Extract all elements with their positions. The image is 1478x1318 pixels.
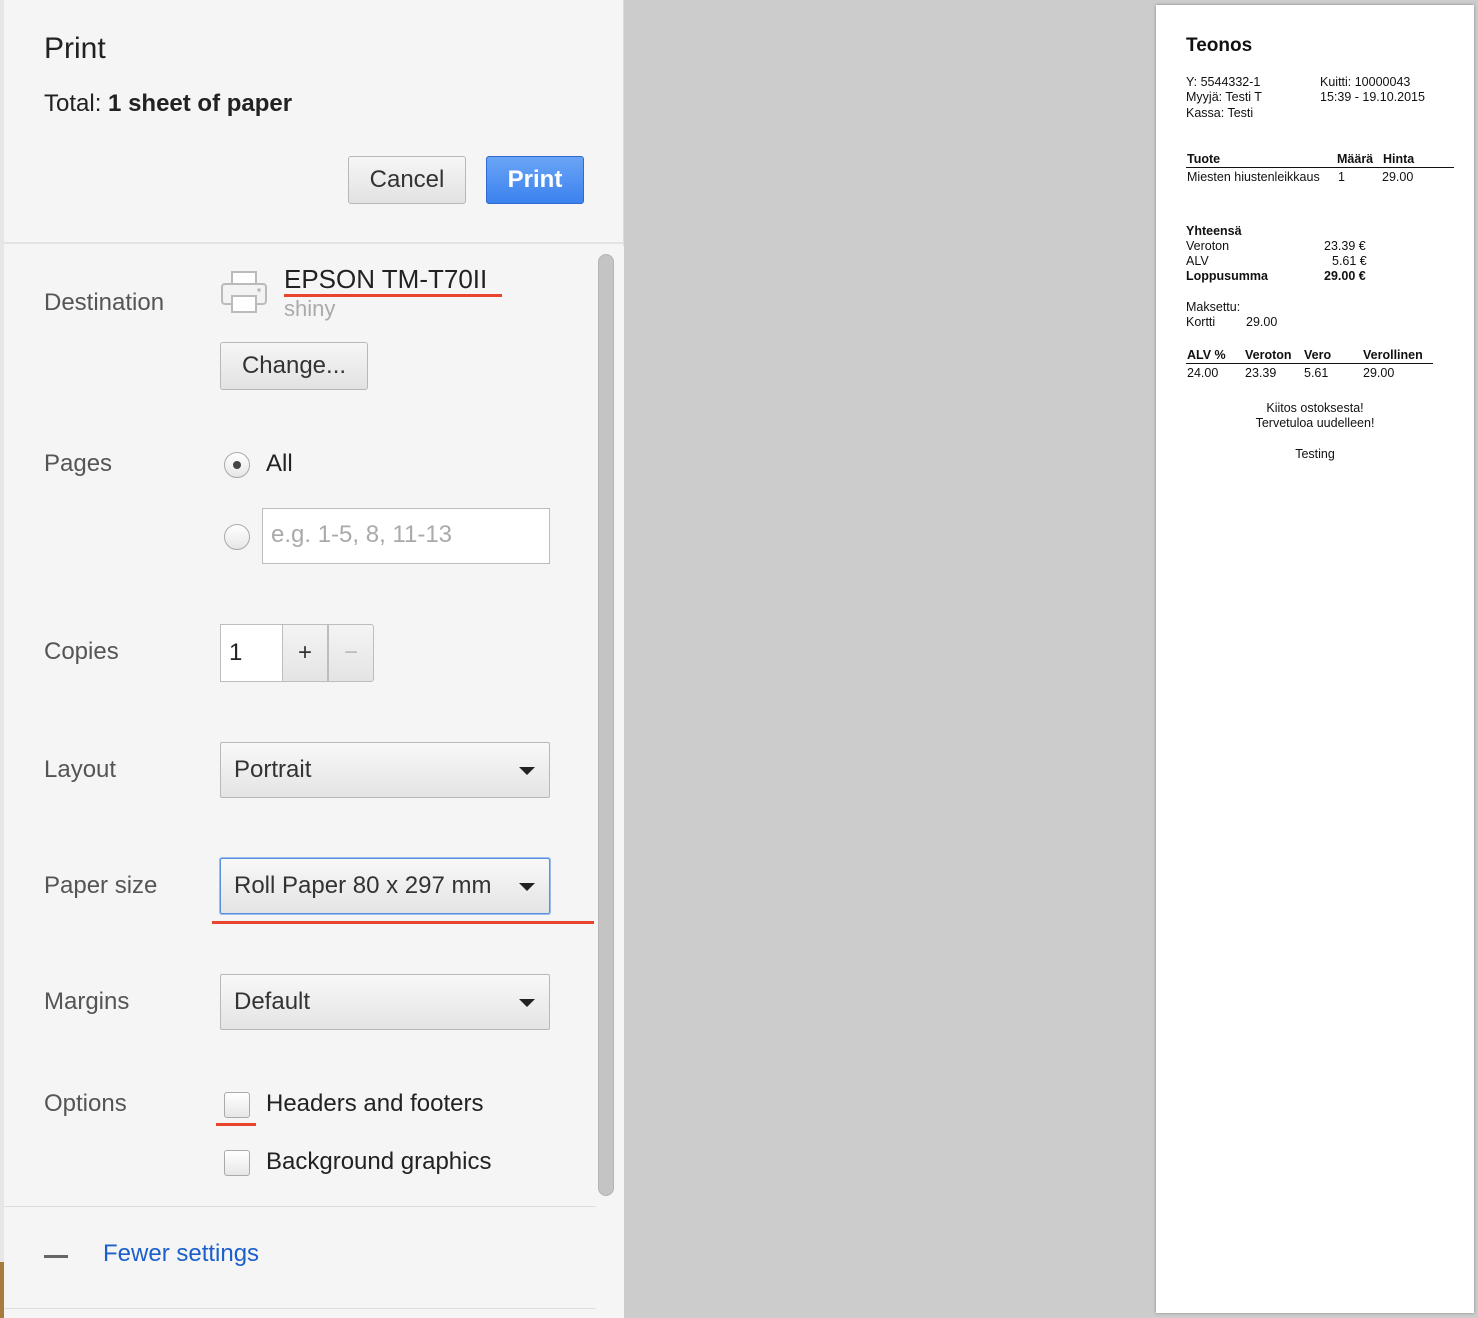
tax-tax: 5.61 (1304, 366, 1329, 380)
total-heading: Yhteensä (1186, 224, 1242, 238)
tax-col-rate: ALV % (1187, 348, 1226, 362)
copies-label: Copies (44, 638, 119, 665)
layout-label: Layout (44, 756, 117, 783)
change-destination-button[interactable]: Change... (220, 342, 368, 390)
pages-range-input[interactable]: e.g. 1-5, 8, 11-13 (262, 508, 550, 564)
print-button[interactable]: Print (486, 156, 584, 204)
receipt-title: Teonos (1186, 35, 1253, 56)
margins-select[interactable]: Default (220, 974, 550, 1030)
col-product: Tuote (1187, 152, 1221, 166)
chevron-down-icon (519, 883, 535, 891)
paper-size-select[interactable]: Roll Paper 80 x 297 mm (220, 858, 550, 914)
headers-footers-label: Headers and footers (266, 1090, 484, 1117)
printer-icon (221, 271, 267, 313)
tax-col-gross: Verollinen (1363, 348, 1423, 362)
sheet-total: Total: 1 sheet of paper (44, 90, 292, 118)
card-label: Kortti (1186, 315, 1216, 329)
tax-header-rule (1186, 363, 1433, 364)
settings-footer (4, 1206, 596, 1310)
copies-increment-button[interactable]: + (282, 624, 328, 682)
net-label: Veroton (1186, 239, 1230, 253)
printer-host: shiny (284, 296, 336, 321)
layout-select[interactable]: Portrait (220, 742, 550, 798)
collapse-icon[interactable] (44, 1255, 68, 1258)
paper-size-label: Paper size (44, 872, 158, 899)
grand-total-label: Loppusumma (1186, 269, 1268, 283)
destination-label: Destination (44, 289, 165, 316)
margins-label: Margins (44, 988, 130, 1015)
layout-value: Portrait (234, 756, 312, 783)
vat-label: ALV (1186, 254, 1209, 268)
receipt-datetime: 15:39 - 19.10.2015 (1320, 90, 1425, 104)
total-value: 1 sheet of paper (108, 90, 293, 117)
receipt-seller: Myyjä: Testi T (1186, 90, 1262, 104)
copies-input[interactable]: 1 (220, 624, 284, 682)
headers-footers-checkbox[interactable] (224, 1092, 250, 1118)
receipt-register: Kassa: Testi (1186, 106, 1254, 120)
tax-rate: 24.00 (1187, 366, 1219, 380)
tax-gross: 29.00 (1363, 366, 1395, 380)
pages-all-radio[interactable] (224, 452, 250, 478)
card-value: 29.00 (1246, 315, 1278, 329)
settings-scrollbar-thumb[interactable] (598, 254, 614, 1196)
headers-footers-annotation (216, 1123, 256, 1126)
item-price: 29.00 (1382, 170, 1414, 184)
pages-all-label: All (266, 450, 293, 477)
background-graphics-checkbox[interactable] (224, 1150, 250, 1176)
receipt-footer-note: Testing (1295, 447, 1335, 461)
copies-decrement-button[interactable]: − (328, 624, 374, 682)
preview-page: Teonos Y: 5544332-1 Myyjä: Testi T Kassa… (1156, 5, 1474, 1313)
margins-value: Default (234, 988, 311, 1015)
pages-label: Pages (44, 450, 113, 477)
chevron-down-icon (519, 999, 535, 1007)
cancel-button[interactable]: Cancel (348, 156, 466, 204)
receipt-number: Kuitti: 10000043 (1320, 75, 1411, 89)
col-price: Hinta (1383, 152, 1415, 166)
settings-footer-divider (4, 1308, 596, 1318)
tax-col-net: Veroton (1245, 348, 1292, 362)
col-qty: Määrä (1337, 152, 1374, 166)
item-name: Miesten hiustenleikkaus (1187, 170, 1320, 184)
grand-total-value: 29.00 € (1324, 269, 1366, 283)
fewer-settings-link[interactable]: Fewer settings (103, 1240, 259, 1268)
options-label: Options (44, 1090, 127, 1117)
pages-range-radio[interactable] (224, 524, 250, 550)
tax-col-tax: Vero (1304, 348, 1332, 362)
tax-net: 23.39 (1245, 366, 1277, 380)
items-header-rule (1186, 167, 1454, 168)
paid-label: Maksettu: (1186, 300, 1241, 314)
welcome-line: Tervetuloa uudelleen! (1255, 416, 1375, 430)
item-qty: 1 (1338, 170, 1345, 184)
print-header: Print Total: 1 sheet of paper Cancel Pri… (4, 0, 624, 244)
vat-value: 5.61 € (1332, 254, 1367, 268)
receipt-business-id: Y: 5544332-1 (1186, 75, 1261, 89)
paper-size-value: Roll Paper 80 x 297 mm (234, 872, 492, 899)
paper-size-annotation (212, 921, 598, 924)
printer-name: EPSON TM-T70II (284, 264, 488, 294)
thanks-line: Kiitos ostoksesta! (1266, 401, 1364, 415)
total-label: Total: (44, 90, 102, 117)
dialog-title: Print (44, 32, 106, 65)
net-value: 23.39 € (1324, 239, 1366, 253)
background-graphics-label: Background graphics (266, 1148, 492, 1175)
printer-name-annotation (284, 294, 502, 297)
chevron-down-icon (519, 767, 535, 775)
